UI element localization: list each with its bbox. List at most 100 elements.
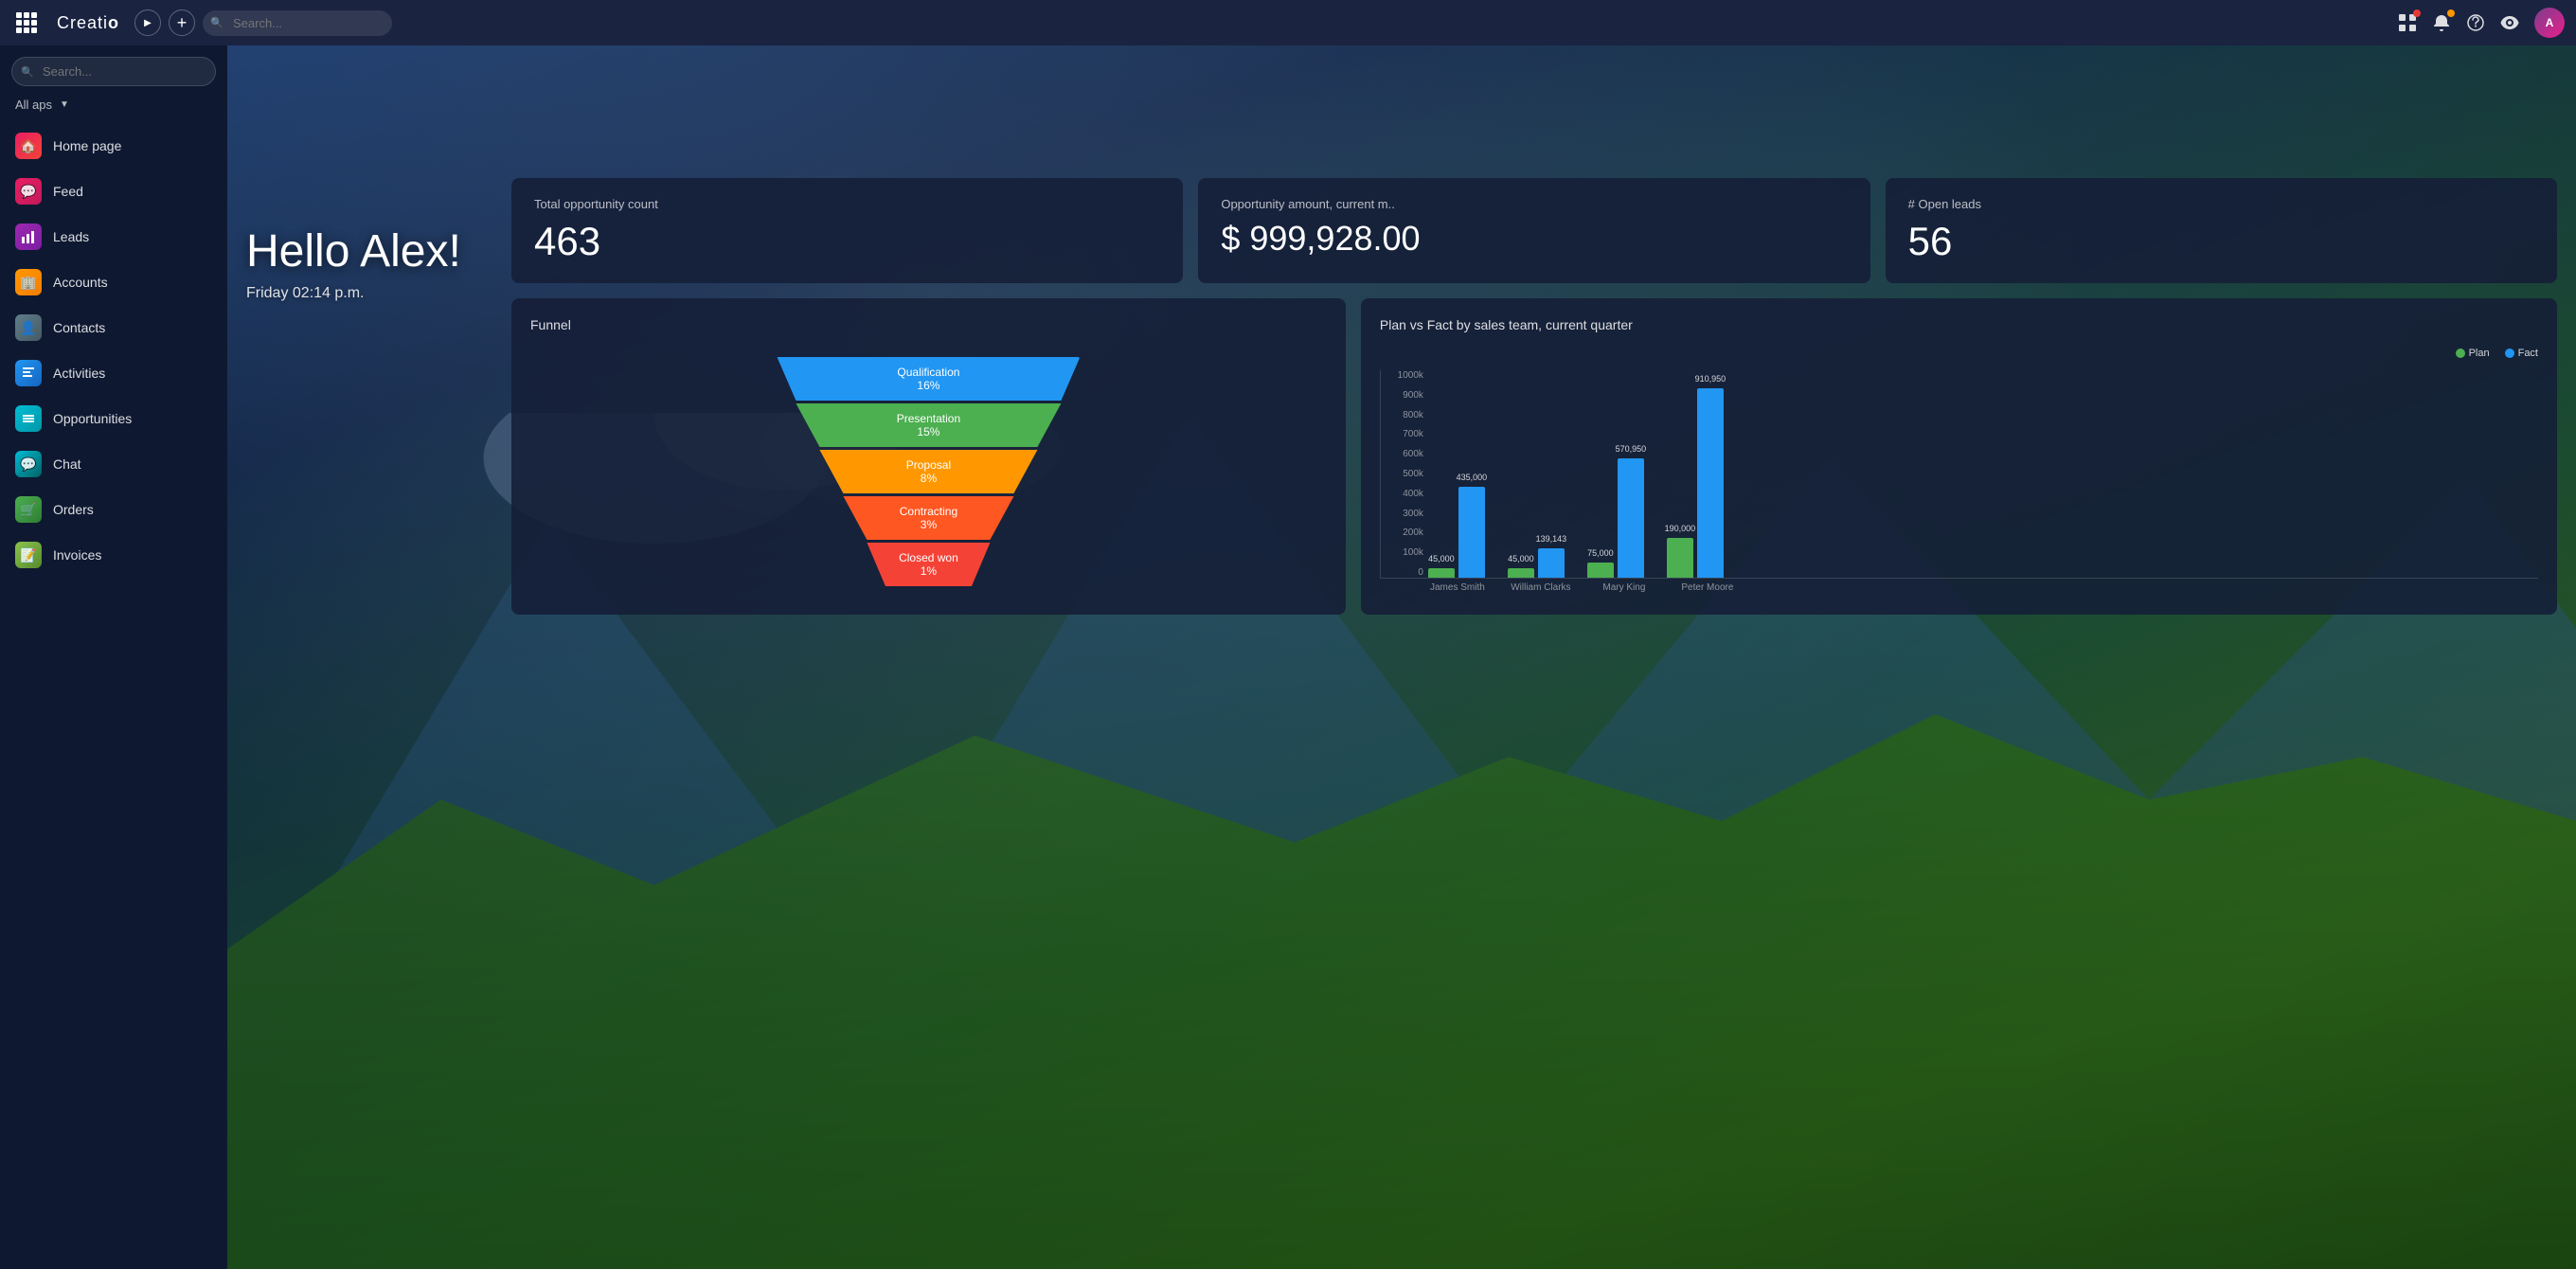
bar-group-inner: 45,000139,143 [1508,548,1565,578]
sidebar-item-invoices[interactable]: 📝 Invoices [0,532,227,578]
y-axis-label: 0 [1381,567,1423,578]
sidebar-item-leads[interactable]: Leads [0,214,227,259]
plan-bar: 45,000 [1428,568,1455,578]
chat-icon: 💬 [15,451,42,477]
y-axis: 1000k900k800k700k600k500k400k300k200k100… [1381,370,1423,578]
metric-label: Opportunity amount, current m.. [1221,197,1847,211]
activities-icon [15,360,42,386]
funnel-layer-2: Proposal8% [777,450,1080,493]
add-button[interactable]: + [169,9,195,36]
apps-badge [2413,9,2421,17]
y-axis-label: 700k [1381,429,1423,439]
notifications-button[interactable] [2432,13,2451,32]
leads-icon [15,223,42,250]
plan-bar: 45,000 [1508,568,1534,578]
y-axis-label: 200k [1381,527,1423,538]
hello-datetime: Friday 02:14 p.m. [246,285,461,302]
metric-card-open-leads: # Open leads 56 [1886,178,2557,283]
sidebar-item-label: Chat [53,456,81,472]
y-axis-label: 300k [1381,509,1423,519]
nav-left: Creatio ▶ + [11,8,2390,38]
x-axis-label: Peter Moore [1677,582,1738,593]
sidebar-item-activities[interactable]: Activities [0,350,227,396]
sidebar-filter-label: All aps [15,98,52,112]
sidebar-item-feed[interactable]: 💬 Feed [0,169,227,214]
sidebar-item-chat[interactable]: 💬 Chat [0,441,227,487]
x-axis-label: William Clarks [1511,582,1571,593]
sidebar-item-label: Accounts [53,275,108,290]
hello-section: Hello Alex! Friday 02:14 p.m. [246,225,461,302]
sidebar-item-accounts[interactable]: 🏢 Accounts [0,259,227,305]
bar-group-inner: 75,000570,950 [1587,458,1644,578]
bar-value-label: 570,950 [1616,444,1647,454]
bar-group-inner: 190,000910,950 [1667,388,1724,578]
bar-group: 45,000435,000 [1428,487,1485,578]
bar-group: 45,000139,143 [1508,548,1565,578]
notifications-badge [2447,9,2455,17]
sidebar-item-label: Invoices [53,547,101,563]
sidebar-item-home[interactable]: 🏠 Home page [0,123,227,169]
nav-right: A [2398,8,2565,38]
funnel-layer-0: Qualification16% [777,357,1080,401]
funnel-chart-card: Funnel Qualification16%Presentation15%Pr… [511,298,1346,615]
home-icon: 🏠 [15,133,42,159]
help-button[interactable] [2466,13,2485,32]
plan-bar: 75,000 [1587,563,1614,579]
metric-value: 463 [534,219,1160,264]
top-search-input[interactable] [203,10,392,36]
sidebar-search-wrap [11,57,216,86]
y-axis-label: 500k [1381,469,1423,479]
invoices-icon: 📝 [15,542,42,568]
bar-chart-wrapper: 1000k900k800k700k600k500k400k300k200k100… [1380,370,2538,593]
fact-bar: 570,950 [1618,458,1644,578]
x-axis-label: James Smith [1427,582,1488,593]
funnel-layer-4: Closed won1% [777,543,1080,586]
sidebar-filter[interactable]: All aps ▼ [0,98,227,123]
sidebar-item-label: Orders [53,502,94,517]
bar-value-label: 435,000 [1457,473,1488,482]
top-navigation: Creatio ▶ + [0,0,2576,45]
sidebar-item-contacts[interactable]: 👤 Contacts [0,305,227,350]
bar-value-label: 910,950 [1695,374,1726,384]
metric-card-opportunity-amount: Opportunity amount, current m.. $ 999,92… [1198,178,1869,283]
bar-group: 75,000570,950 [1587,458,1644,578]
metric-value: $ 999,928.00 [1221,219,1847,259]
y-axis-label: 800k [1381,410,1423,420]
bar-chart-card: Plan vs Fact by sales team, current quar… [1361,298,2557,615]
orders-icon: 🛒 [15,496,42,523]
fact-bar: 435,000 [1458,487,1485,578]
settings-button[interactable] [2500,13,2519,32]
sidebar-item-label: Opportunities [53,411,132,426]
bar-chart-title: Plan vs Fact by sales team, current quar… [1380,317,2538,332]
opportunities-icon [15,405,42,432]
x-labels: James Smith William Clarks Mary King Peter … [1380,582,2538,593]
play-button[interactable]: ▶ [134,9,161,36]
sidebar-item-label: Activities [53,366,105,381]
charts-row: Funnel Qualification16%Presentation15%Pr… [511,298,2557,615]
app-logo: Creatio [57,13,119,33]
funnel-layer-1: Presentation15% [777,403,1080,447]
main-content: Hello Alex! Friday 02:14 p.m. Total oppo… [227,45,2576,1269]
chart-legend: PlanFact [1380,348,2538,359]
sidebar: All aps ▼ 🏠 Home page 💬 Feed Leads 🏢 Acc… [0,45,227,1269]
sidebar-search-input[interactable] [11,57,216,86]
metric-value: 56 [1908,219,2534,264]
bar-group-inner: 45,000435,000 [1428,487,1485,578]
x-axis-label: Mary King [1594,582,1655,593]
hello-greeting: Hello Alex! [246,225,461,277]
sidebar-item-label: Feed [53,184,83,199]
metrics-row: Total opportunity count 463 Opportunity … [511,178,2557,283]
sidebar-item-orders[interactable]: 🛒 Orders [0,487,227,532]
funnel-chart-title: Funnel [530,317,1327,332]
grid-menu-button[interactable] [11,8,42,38]
bar-value-label: 75,000 [1587,548,1614,558]
sidebar-item-opportunities[interactable]: Opportunities [0,396,227,441]
bar-chart-area: 1000k900k800k700k600k500k400k300k200k100… [1380,370,2538,579]
sidebar-item-label: Contacts [53,320,105,335]
apps-grid-button[interactable] [2398,13,2417,32]
bar-value-label: 45,000 [1428,554,1455,563]
metric-label: Total opportunity count [534,197,1160,211]
y-axis-label: 100k [1381,547,1423,558]
legend-item: Fact [2505,348,2538,359]
user-avatar[interactable]: A [2534,8,2565,38]
